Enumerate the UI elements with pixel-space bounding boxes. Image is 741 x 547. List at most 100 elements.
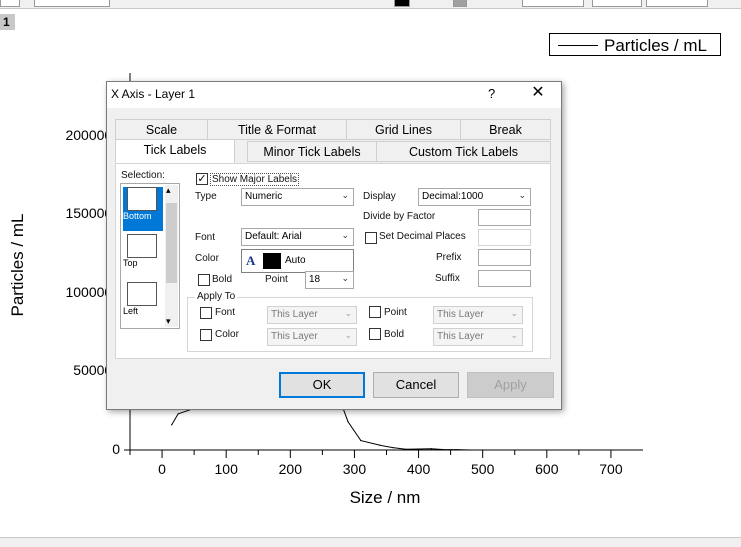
apply-color-label: Color [215,329,239,340]
scroll-down-icon[interactable]: ▾ [166,316,171,327]
apply-point-checkbox[interactable] [369,306,381,318]
decimal-places-input[interactable] [478,229,531,246]
point-select[interactable]: 18 ⌄ [305,271,354,289]
top-axis-icon [127,234,157,258]
x-axis-title[interactable]: Size / nm [300,488,470,508]
bold-checkbox[interactable] [198,274,210,286]
selection-item-bottom[interactable]: Bottom [123,187,163,231]
apply-bold-label: Bold [384,329,405,340]
apply-bold-scope-select[interactable]: This Layer ⌄ [433,328,523,346]
color-select-value: Auto [285,255,306,266]
set-decimal-places-checkbox[interactable] [365,232,377,244]
data-point [456,449,458,451]
tab-custom-tick-labels[interactable]: Custom Tick Labels [376,141,551,162]
tab-scale[interactable]: Scale [115,119,208,140]
type-label: Type [195,191,217,202]
selection-item-left[interactable]: Left [123,282,163,326]
close-icon[interactable]: ✕ [530,85,546,101]
chevron-down-icon: ⌄ [344,308,352,318]
bottom-axis-icon [127,187,157,211]
data-point [379,444,381,446]
data-point [469,449,471,451]
color-select[interactable]: A Auto [241,249,354,273]
data-point [392,447,394,449]
selection-item-top[interactable]: Top [123,234,163,278]
bottom-toolbar [0,537,741,547]
tab-title-format[interactable]: Title & Format [207,119,347,140]
apply-font-checkbox[interactable] [200,307,212,319]
color-swatch-black [263,253,281,269]
point-label: Point [265,274,288,285]
chevron-down-icon: ⌄ [344,330,352,340]
divide-by-factor-label: Divide by Factor [363,211,436,222]
dialog-titlebar[interactable]: X Axis - Layer 1 ? ✕ [107,82,561,108]
divide-by-factor-input[interactable] [478,209,531,226]
tab-tick-labels[interactable]: Tick Labels [115,139,235,163]
data-point [177,413,179,415]
selection-label: Selection: [121,170,165,181]
apply-button[interactable]: Apply [467,372,554,398]
selection-item-label: Left [123,306,139,316]
data-point [171,424,173,426]
ok-button[interactable]: OK [279,372,365,398]
data-point [482,449,484,451]
type-select-value: Numeric [245,191,283,202]
cancel-button[interactable]: Cancel [373,372,459,398]
chevron-down-icon: ⌄ [510,330,518,340]
apply-bold-checkbox[interactable] [369,328,381,340]
suffix-input[interactable] [478,270,531,287]
apply-color-checkbox[interactable] [200,329,212,341]
apply-point-scope-value: This Layer [437,309,484,320]
scroll-up-icon[interactable]: ▴ [166,185,171,196]
selection-scrollbar[interactable]: ▴ ▾ [165,185,178,327]
color-label: Color [195,253,219,264]
apply-color-scope-select[interactable]: This Layer ⌄ [267,328,357,346]
type-select[interactable]: Numeric ⌄ [241,188,354,206]
x-tick-label: 600 [535,461,559,477]
x-tick-label: 400 [406,461,431,477]
apply-font-scope-select[interactable]: This Layer ⌄ [267,306,357,324]
scrollbar-thumb[interactable] [166,203,177,283]
chevron-down-icon: ⌄ [341,273,349,283]
dialog-title: X Axis - Layer 1 [111,87,196,101]
chevron-down-icon: ⌄ [341,190,349,200]
x-tick-label: 300 [342,461,367,477]
bold-label: Bold [212,274,233,285]
font-select[interactable]: Default: Arial ⌄ [241,228,354,246]
x-tick-label: 700 [599,461,623,477]
point-select-value: 18 [309,274,321,285]
tab-minor-tick-labels[interactable]: Minor Tick Labels [247,141,377,162]
show-major-labels-label[interactable]: Show Major Labels [210,173,300,186]
selection-item-label: Top [123,258,138,268]
apply-color-scope-value: This Layer [271,331,318,342]
chevron-down-icon: ⌄ [341,230,349,240]
apply-bold-scope-value: This Layer [437,331,484,342]
font-select-value: Default: Arial [245,231,302,242]
display-select[interactable]: Decimal:1000 ⌄ [418,188,531,206]
y-axis-title[interactable]: Particles / mL [8,195,28,335]
suffix-label: Suffix [435,273,460,284]
tab-grid-lines[interactable]: Grid Lines [346,119,461,140]
prefix-input[interactable] [478,249,531,266]
chevron-down-icon: ⌄ [518,190,526,200]
data-point [347,421,349,423]
prefix-label: Prefix [436,252,462,263]
data-point [360,439,362,442]
selection-item-label: Bottom [123,211,152,221]
data-point [405,448,407,450]
font-color-icon: A [246,253,256,268]
display-select-value: Decimal:1000 [422,191,484,202]
tab-break[interactable]: Break [460,119,551,140]
data-point [430,448,432,450]
help-button[interactable]: ? [488,86,495,101]
x-tick-label: 100 [214,461,238,477]
legend-label: Particles / mL [604,36,707,55]
x-axis-dialog: X Axis - Layer 1 ? ✕ Scale Title & Forma… [106,81,562,410]
apply-font-label: Font [215,307,236,318]
apply-point-scope-select[interactable]: This Layer ⌄ [433,306,523,324]
legend[interactable]: Particles / mL [549,33,721,56]
show-major-labels-checkbox[interactable]: ✓ [196,173,208,185]
apply-point-label: Point [384,307,407,318]
font-label: Font [195,232,216,243]
set-decimal-places-label: Set Decimal Places [379,231,466,242]
